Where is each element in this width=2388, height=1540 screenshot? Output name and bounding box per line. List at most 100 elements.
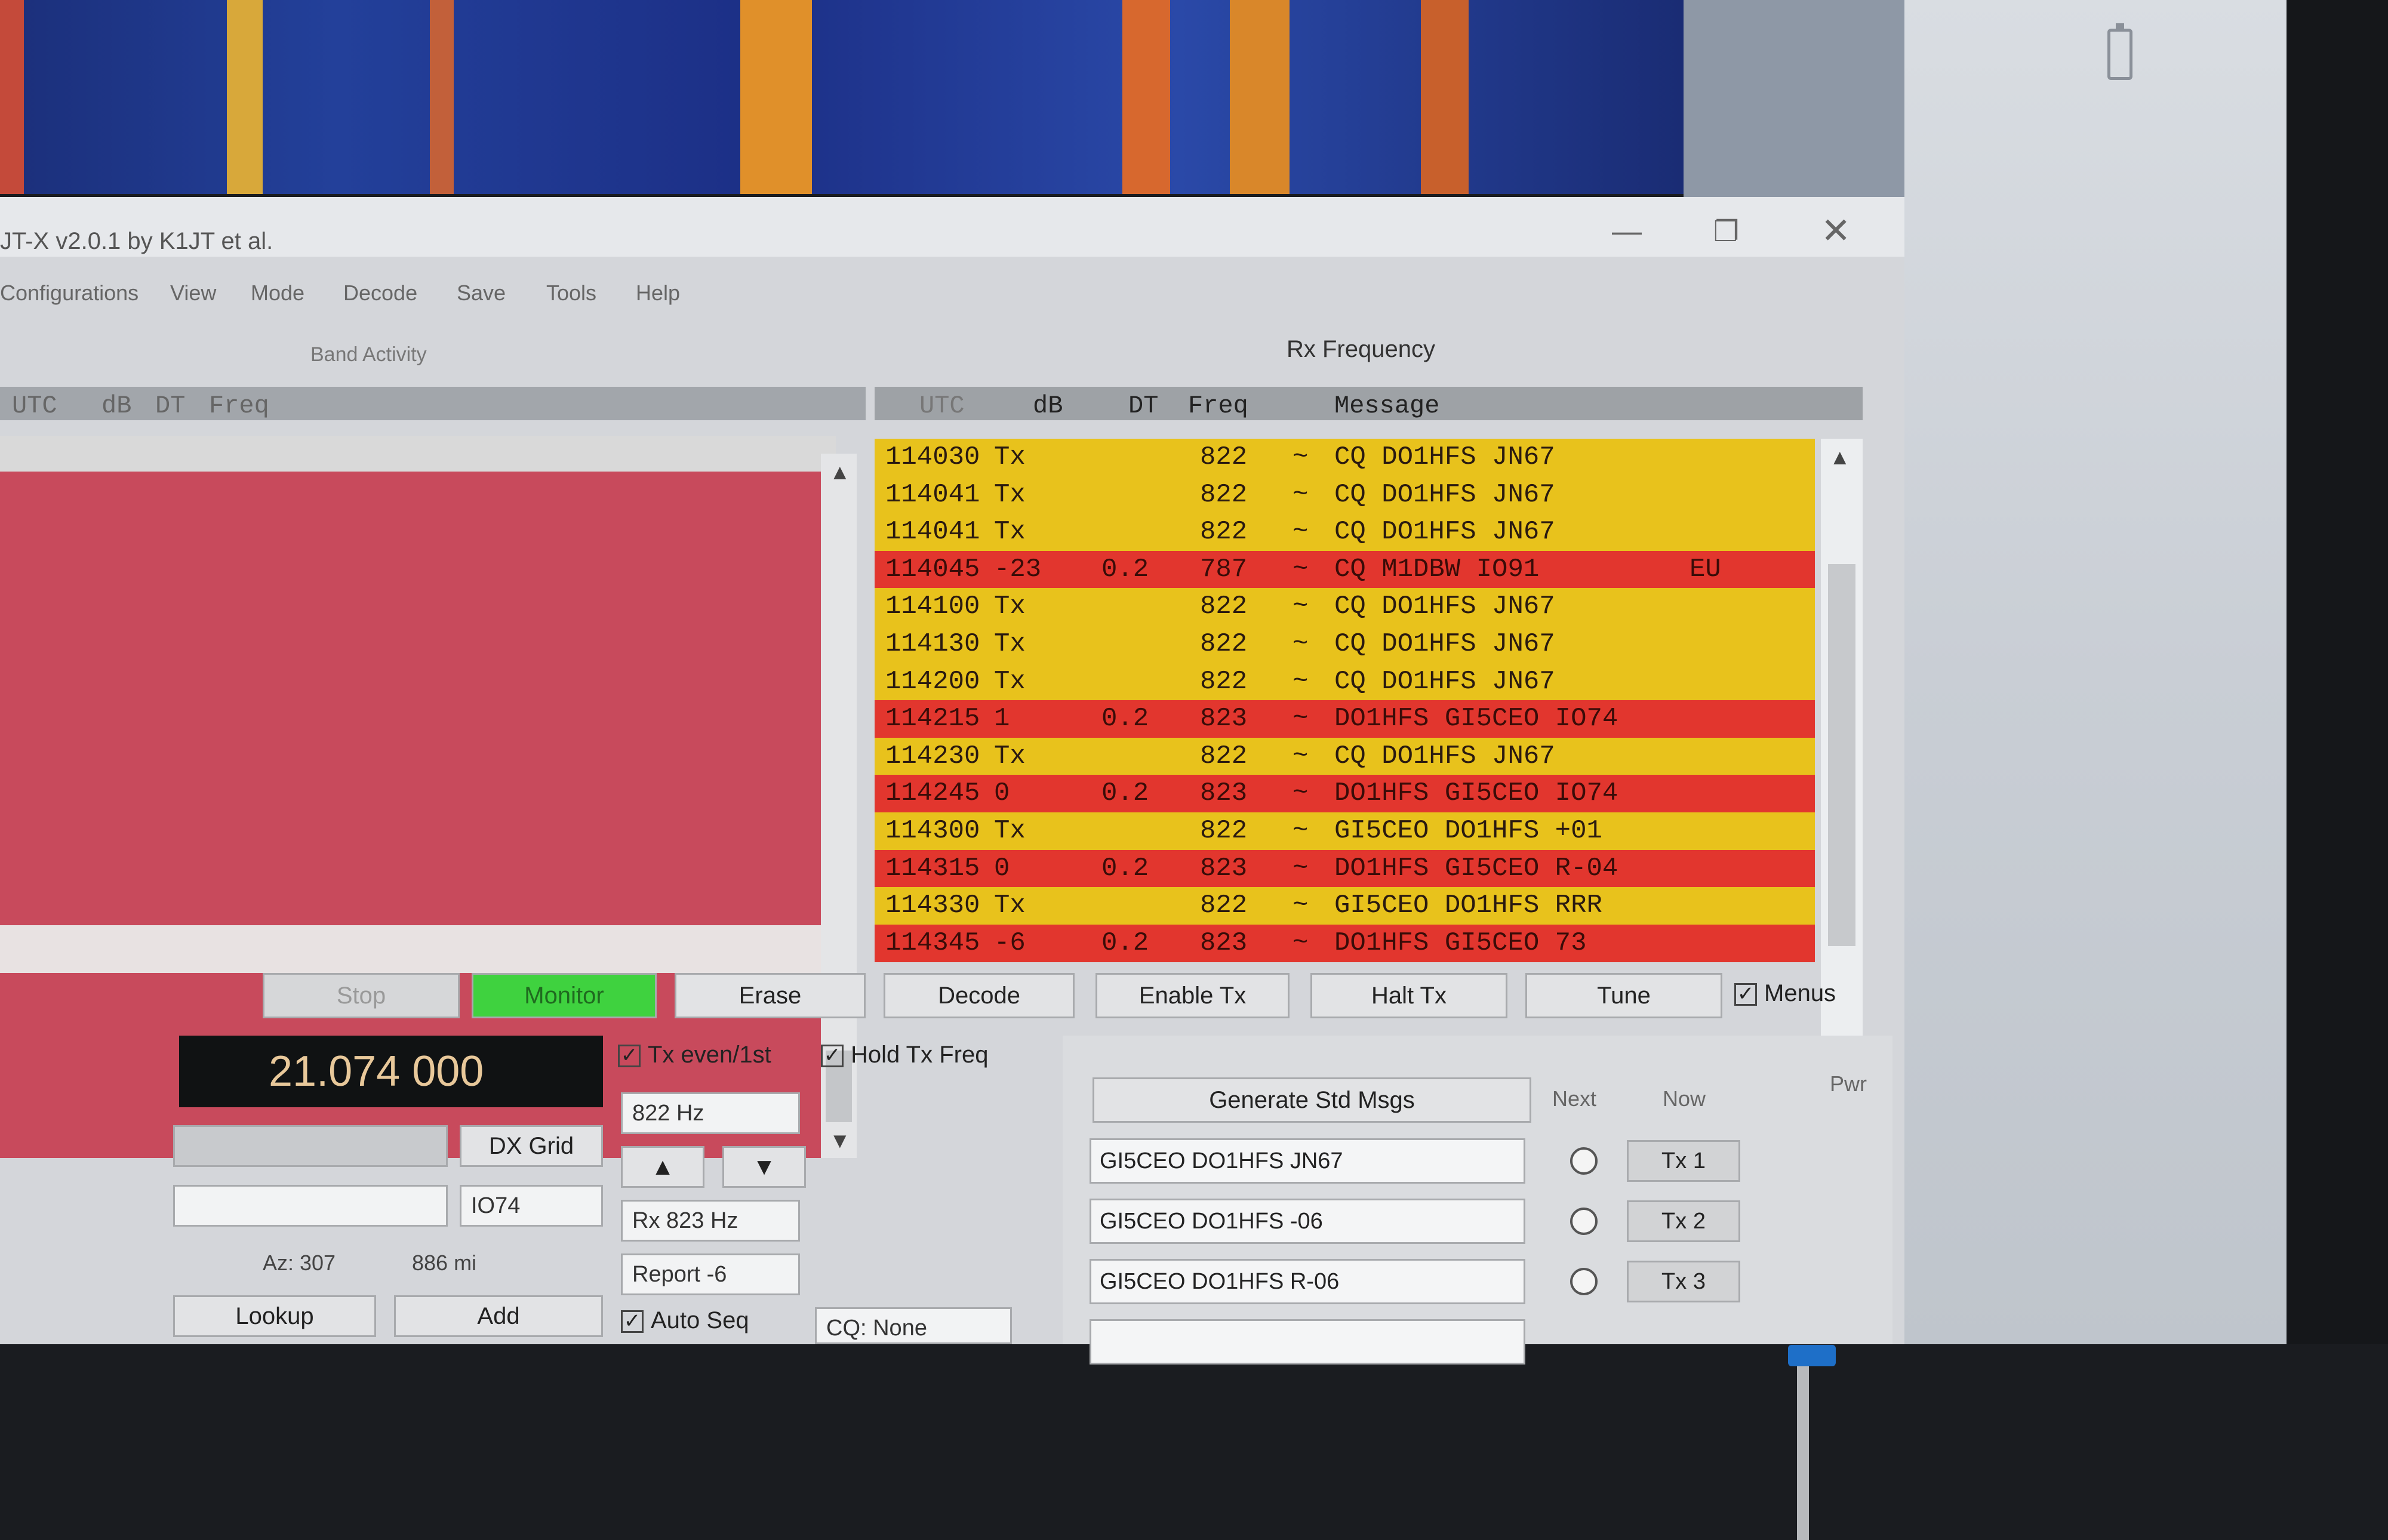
- add-button[interactable]: Add: [394, 1295, 603, 1337]
- cell-sep: ~: [1293, 629, 1309, 659]
- tx-row[interactable]: 114041 Tx 822 ~ CQ DO1HFS JN67: [875, 476, 1815, 514]
- header-message: Message: [1334, 392, 1440, 420]
- menu-help[interactable]: Help: [636, 281, 680, 306]
- cell-freq: 823: [1200, 778, 1248, 809]
- generate-std-msgs-button[interactable]: Generate Std Msgs: [1093, 1077, 1531, 1123]
- menu-configurations[interactable]: Configurations: [0, 281, 139, 306]
- rx-decode-row[interactable]: 114245 0 0.2 823 ~ DO1HFS GI5CEO IO74: [875, 775, 1815, 813]
- tx-row[interactable]: 114130 Tx 822 ~ CQ DO1HFS JN67: [875, 626, 1815, 663]
- enable-tx-button[interactable]: Enable Tx: [1095, 973, 1290, 1018]
- tx1-button[interactable]: Tx 1: [1627, 1140, 1740, 1182]
- tx3-message[interactable]: GI5CEO DO1HFS R-06: [1090, 1259, 1525, 1304]
- set-tx-from-rx-button[interactable]: ▲: [621, 1146, 704, 1188]
- rx-frequency-spinbox[interactable]: Rx 823 Hz: [621, 1200, 800, 1242]
- tx2-button[interactable]: Tx 2: [1627, 1200, 1740, 1242]
- cell-freq: 822: [1200, 816, 1248, 846]
- cell-freq: 823: [1200, 853, 1248, 883]
- cell-utc: 114041: [885, 517, 980, 547]
- cell-utc: 114215: [885, 704, 980, 734]
- cell-freq: 822: [1200, 592, 1248, 622]
- cell-message: DO1HFS GI5CEO R-04: [1334, 853, 1618, 883]
- menu-mode[interactable]: Mode: [251, 281, 304, 306]
- scroll-down-icon[interactable]: ▼: [829, 1128, 851, 1153]
- cell-db: Tx: [994, 592, 1026, 622]
- cell-db: Tx: [994, 442, 1026, 472]
- checkbox-checked-icon[interactable]: ✓: [618, 1045, 641, 1068]
- tx1-radio[interactable]: [1570, 1147, 1598, 1175]
- cell-db: Tx: [994, 666, 1026, 697]
- cell-message: DO1HFS GI5CEO IO74: [1334, 778, 1618, 809]
- rx-table-header: UTC dB DT Freq Message: [875, 387, 1863, 420]
- minimize-button[interactable]: —: [1612, 214, 1642, 248]
- lookup-button[interactable]: Lookup: [173, 1295, 376, 1337]
- set-rx-from-tx-button[interactable]: ▼: [722, 1146, 806, 1188]
- arrow-up-icon: ▲: [651, 1154, 675, 1180]
- header-db: dB: [1033, 392, 1063, 420]
- tx2-radio[interactable]: [1570, 1208, 1598, 1235]
- power-slider-track[interactable]: [1797, 1349, 1809, 1540]
- tx-row[interactable]: 114030 Tx 822 ~ CQ DO1HFS JN67: [875, 439, 1815, 476]
- menu-view[interactable]: View: [170, 281, 216, 306]
- tx-row[interactable]: 114300 Tx 822 ~ GI5CEO DO1HFS +01: [875, 812, 1815, 850]
- auto-seq-checkbox[interactable]: ✓ Auto Seq: [621, 1307, 749, 1334]
- cell-message: CQ M1DBW IO91: [1334, 554, 1540, 584]
- erase-button[interactable]: Erase: [675, 973, 866, 1018]
- checkbox-checked-icon[interactable]: ✓: [621, 1310, 644, 1333]
- checkbox-checked-icon[interactable]: ✓: [821, 1045, 844, 1068]
- rx-decode-row[interactable]: 114215 1 0.2 823 ~ DO1HFS GI5CEO IO74: [875, 700, 1815, 738]
- tx2-message[interactable]: GI5CEO DO1HFS -06: [1090, 1199, 1525, 1244]
- cell-db: Tx: [994, 629, 1026, 659]
- cq-select[interactable]: CQ: None: [815, 1307, 1012, 1344]
- stop-button[interactable]: Stop: [263, 973, 460, 1018]
- report-spinbox[interactable]: Report -6: [621, 1253, 800, 1295]
- ba-header-dt: DT: [155, 392, 186, 420]
- waterfall-trace: [1230, 0, 1290, 194]
- halt-tx-button[interactable]: Halt Tx: [1310, 973, 1507, 1018]
- close-button[interactable]: ✕: [1821, 210, 1851, 252]
- scrollbar-thumb[interactable]: [1828, 564, 1855, 946]
- power-slider-handle[interactable]: [1788, 1345, 1836, 1366]
- rx-decode-row[interactable]: 114315 0 0.2 823 ~ DO1HFS GI5CEO R-04: [875, 849, 1815, 888]
- monitor-button[interactable]: Monitor: [472, 973, 657, 1018]
- rx-decode-row[interactable]: 114345 -6 0.2 823 ~ DO1HFS GI5CEO 73: [875, 924, 1815, 962]
- cell-sep: ~: [1293, 816, 1309, 846]
- scroll-up-icon[interactable]: ▲: [1829, 445, 1851, 470]
- cell-dt: 0.2: [1101, 778, 1149, 809]
- tx-row[interactable]: 114330 Tx 822 ~ GI5CEO DO1HFS RRR: [875, 887, 1815, 925]
- dx-grid-input[interactable]: IO74: [460, 1185, 603, 1227]
- menus-checkbox[interactable]: ✓ Menus: [1734, 980, 1836, 1007]
- hold-tx-freq-checkbox[interactable]: ✓ Hold Tx Freq: [821, 1042, 988, 1068]
- tx-row[interactable]: 114230 Tx 822 ~ CQ DO1HFS JN67: [875, 737, 1815, 775]
- menu-save[interactable]: Save: [457, 281, 506, 306]
- checkbox-checked-icon[interactable]: ✓: [1734, 983, 1757, 1006]
- menu-decode[interactable]: Decode: [343, 281, 417, 306]
- ba-header-freq: Freq: [209, 392, 269, 420]
- title-bar: JT-X v2.0.1 by K1JT et al. — ❐ ✕: [0, 197, 1904, 257]
- dx-grid-button[interactable]: DX Grid: [460, 1125, 603, 1167]
- tx-even-checkbox[interactable]: ✓ Tx even/1st: [618, 1042, 771, 1068]
- cell-freq: 822: [1200, 442, 1248, 472]
- decode-button[interactable]: Decode: [884, 973, 1075, 1018]
- tx3-radio[interactable]: [1570, 1268, 1598, 1295]
- cell-utc: 114300: [885, 816, 980, 846]
- scroll-up-icon[interactable]: ▲: [829, 460, 851, 485]
- tx-row[interactable]: 114041 Tx 822 ~ CQ DO1HFS JN67: [875, 513, 1815, 552]
- cell-db: Tx: [994, 479, 1026, 510]
- cell-dt: 0.2: [1101, 853, 1149, 883]
- ba-header-utc: UTC: [12, 392, 57, 420]
- cell-utc: 114245: [885, 778, 980, 809]
- tx1-message[interactable]: GI5CEO DO1HFS JN67: [1090, 1138, 1525, 1184]
- tx4-message[interactable]: [1090, 1319, 1525, 1365]
- cell-message: GI5CEO DO1HFS +01: [1334, 816, 1602, 846]
- tx-row[interactable]: 114100 Tx 822 ~ CQ DO1HFS JN67: [875, 588, 1815, 626]
- tx3-button[interactable]: Tx 3: [1627, 1261, 1740, 1302]
- maximize-button[interactable]: ❐: [1713, 215, 1739, 248]
- dx-call-input[interactable]: [173, 1185, 448, 1227]
- dx-call-field[interactable]: [173, 1125, 448, 1167]
- tx-row[interactable]: 114200 Tx 822 ~ CQ DO1HFS JN67: [875, 663, 1815, 701]
- tx-frequency-spinbox[interactable]: 822 Hz: [621, 1092, 800, 1134]
- menu-tools[interactable]: Tools: [546, 281, 596, 306]
- cell-freq: 822: [1200, 517, 1248, 547]
- tune-button[interactable]: Tune: [1525, 973, 1722, 1018]
- rx-decode-row[interactable]: 114045 -23 0.2 787 ~ CQ M1DBW IO91 EU: [875, 550, 1815, 589]
